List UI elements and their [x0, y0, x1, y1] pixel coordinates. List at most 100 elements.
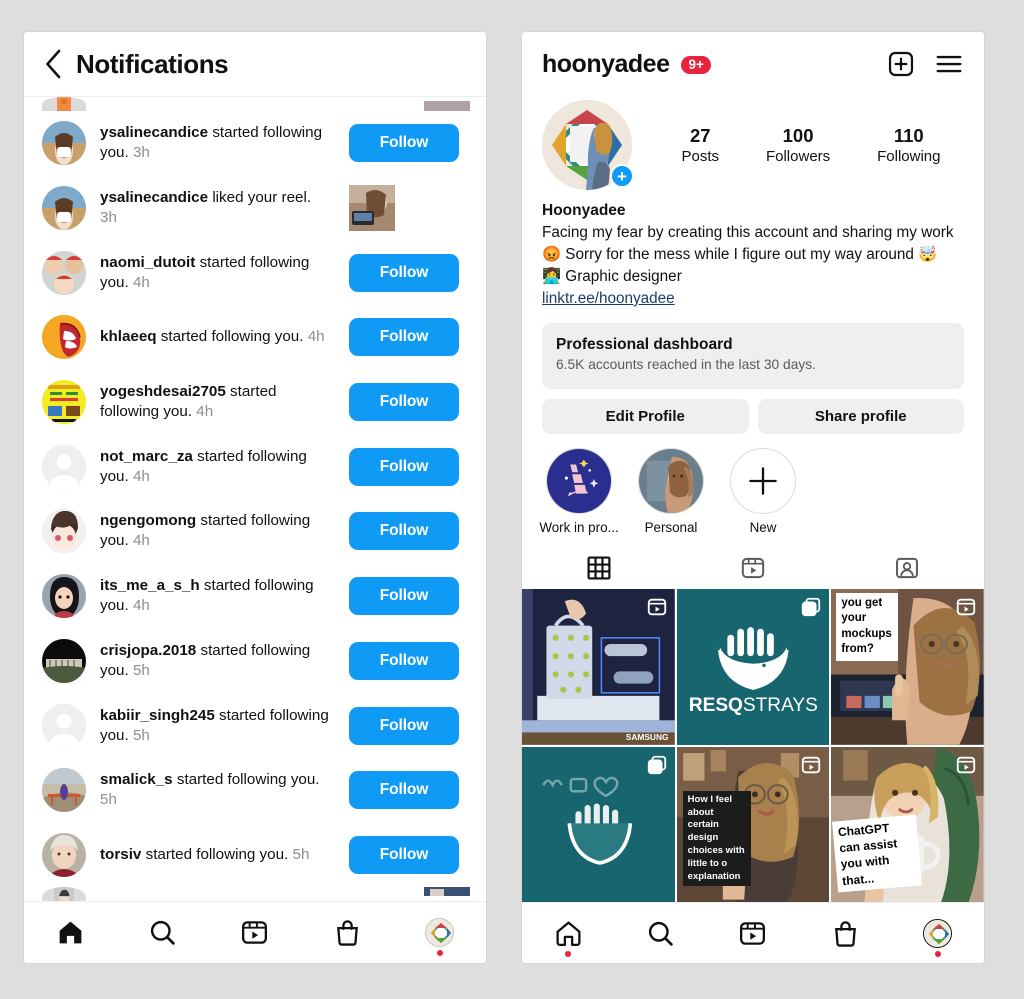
- avatar[interactable]: [42, 832, 86, 877]
- grid-post[interactable]: RESQSTRAYS: [676, 588, 830, 745]
- nav-shop[interactable]: [815, 903, 875, 963]
- post-thumbnail[interactable]: [424, 887, 470, 897]
- post-thumbnail[interactable]: [349, 185, 395, 232]
- follow-button[interactable]: Follow: [349, 447, 459, 486]
- avatar[interactable]: [42, 380, 86, 425]
- avatar[interactable]: [42, 121, 86, 166]
- avatar[interactable]: [42, 250, 86, 295]
- table-row[interactable]: crisjopa.2018 started following you. 5h …: [24, 629, 486, 694]
- highlight-cover[interactable]: [638, 447, 704, 514]
- follow-button[interactable]: Follow: [349, 253, 459, 292]
- post-brand-text: SAMSUNG: [626, 732, 669, 742]
- follow-button[interactable]: Follow: [349, 124, 459, 163]
- grid-post[interactable]: ChatGPT can assist you with that...: [831, 746, 984, 903]
- avatar[interactable]: [42, 768, 86, 813]
- profile-picture-wrapper[interactable]: +: [542, 100, 634, 190]
- bio-line-3: 👩‍💻 Graphic designer: [542, 267, 682, 285]
- bio-link[interactable]: linktr.ee/hoonyadee: [542, 288, 964, 311]
- avatar[interactable]: [42, 703, 86, 748]
- nav-home[interactable]: [538, 903, 598, 963]
- nav-home[interactable]: [40, 902, 100, 964]
- notification-username[interactable]: smalick_s: [100, 771, 173, 788]
- notification-username[interactable]: its_me_a_s_h: [100, 577, 200, 594]
- notification-username[interactable]: kabiir_singh245: [100, 707, 215, 724]
- nav-profile[interactable]: [410, 902, 470, 964]
- highlight-cover[interactable]: [546, 447, 612, 514]
- screenshot-stage: Notifications ysalinecandice started fol…: [0, 0, 1024, 999]
- table-row[interactable]: its_me_a_s_h started following you. 4h F…: [24, 564, 486, 629]
- follow-button[interactable]: Follow: [349, 318, 459, 357]
- nav-reels[interactable]: [225, 902, 285, 964]
- tab-reels[interactable]: [676, 547, 830, 589]
- profile-username[interactable]: hoonyadee: [542, 50, 670, 79]
- follow-button[interactable]: Follow: [349, 835, 459, 874]
- chevron-left-icon[interactable]: [44, 49, 62, 79]
- nav-shop[interactable]: [317, 902, 377, 964]
- professional-dashboard-card[interactable]: Professional dashboard 6.5K accounts rea…: [542, 322, 964, 389]
- tab-grid[interactable]: [522, 547, 676, 589]
- edit-profile-button[interactable]: Edit Profile: [542, 398, 749, 434]
- hamburger-menu-icon[interactable]: [934, 49, 964, 79]
- plus-square-icon[interactable]: [886, 49, 916, 79]
- grid-post[interactable]: you get your mockups from?: [831, 588, 984, 745]
- stat-label: Following: [877, 147, 941, 165]
- plus-circle-icon[interactable]: +: [610, 164, 634, 188]
- avatar[interactable]: [42, 444, 86, 489]
- follow-button[interactable]: Follow: [349, 706, 459, 745]
- grid-post[interactable]: How I feel about certain design choices …: [676, 746, 830, 903]
- stat-posts[interactable]: 27 Posts: [681, 124, 719, 167]
- notification-time: 5h: [132, 726, 150, 744]
- table-row[interactable]: ngengomong started following you. 4h Fol…: [24, 499, 486, 564]
- post-thumbnail[interactable]: [424, 101, 470, 111]
- plus-icon[interactable]: [730, 447, 796, 514]
- follow-button[interactable]: Follow: [349, 512, 459, 551]
- avatar[interactable]: [42, 638, 86, 683]
- follow-button[interactable]: Follow: [349, 771, 459, 810]
- notification-username[interactable]: ysalinecandice: [100, 189, 208, 206]
- tab-tagged[interactable]: [830, 547, 984, 589]
- follow-button[interactable]: Follow: [349, 577, 459, 616]
- notification-username[interactable]: ysalinecandice: [100, 124, 208, 141]
- avatar[interactable]: [42, 509, 86, 554]
- table-row[interactable]: ysalinecandice liked your reel. 3h: [24, 176, 486, 241]
- avatar[interactable]: [42, 315, 86, 360]
- grid-post[interactable]: SAMSUNG: [522, 588, 675, 745]
- nav-reels[interactable]: [723, 903, 783, 963]
- notification-username[interactable]: yogeshdesai2705: [100, 383, 226, 400]
- table-row[interactable]: smalick_s started following you. 5h Foll…: [24, 758, 486, 823]
- notification-username[interactable]: not_marc_za: [100, 448, 193, 465]
- highlight-personal[interactable]: Personal: [636, 447, 706, 535]
- follow-button[interactable]: Follow: [349, 641, 459, 680]
- notification-username[interactable]: ngengomong: [100, 512, 196, 529]
- notification-text: ysalinecandice started following you. 3h: [100, 123, 335, 163]
- share-profile-button[interactable]: Share profile: [757, 398, 964, 434]
- table-row[interactable]: ysalinecandice started following you. 3h…: [24, 111, 486, 176]
- notification-username[interactable]: khlaeeq: [100, 328, 157, 345]
- highlight-label: Work in pro...: [539, 519, 619, 535]
- table-row[interactable]: yogeshdesai2705 started following you. 4…: [24, 370, 486, 435]
- avatar[interactable]: [42, 186, 86, 231]
- stat-followers[interactable]: 100 Followers: [766, 124, 830, 167]
- notification-username[interactable]: crisjopa.2018: [100, 642, 196, 659]
- notification-text: yogeshdesai2705 started following you. 4…: [100, 382, 335, 422]
- table-row[interactable]: naomi_dutoit started following you. 4h F…: [24, 240, 486, 305]
- profile-avatar-icon[interactable]: [923, 919, 953, 949]
- table-row[interactable]: torsiv started following you. 5h Follow: [24, 823, 486, 888]
- nav-search[interactable]: [631, 903, 691, 963]
- grid-post[interactable]: [522, 746, 675, 903]
- highlight-new[interactable]: New: [728, 447, 798, 535]
- search-icon: [648, 922, 673, 947]
- stat-following[interactable]: 110 Following: [877, 124, 940, 167]
- nav-search[interactable]: [133, 902, 193, 964]
- notification-username[interactable]: naomi_dutoit: [100, 254, 195, 271]
- table-row[interactable]: khlaeeq started following you. 4h Follow: [24, 305, 486, 370]
- notification-username[interactable]: torsiv: [100, 846, 141, 863]
- profile-avatar-icon[interactable]: [425, 918, 455, 947]
- avatar[interactable]: [42, 574, 86, 619]
- table-row[interactable]: kabiir_singh245 started following you. 5…: [24, 693, 486, 758]
- highlight-work-in-progress[interactable]: Work in pro...: [539, 447, 619, 535]
- table-row[interactable]: not_marc_za started following you. 4h Fo…: [24, 434, 486, 499]
- nav-profile[interactable]: [908, 903, 968, 963]
- follow-button[interactable]: Follow: [349, 383, 459, 422]
- notifications-list[interactable]: ysalinecandice started following you. 3h…: [24, 97, 486, 901]
